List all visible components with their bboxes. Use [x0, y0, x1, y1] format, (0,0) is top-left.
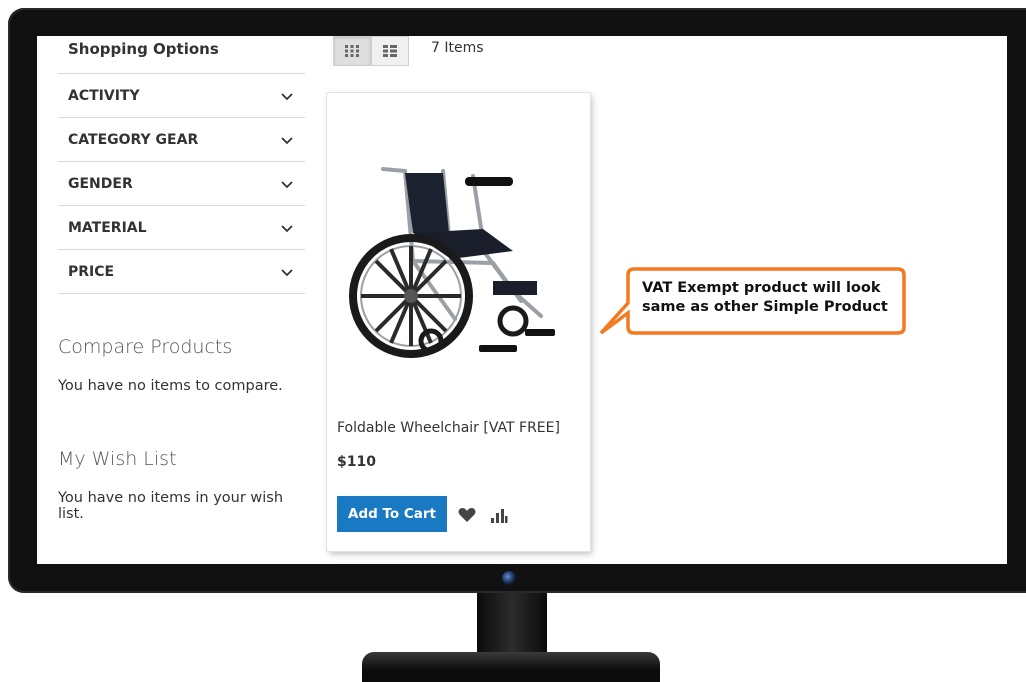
list-icon: [383, 45, 397, 57]
list-view-button[interactable]: [371, 36, 409, 66]
compare-empty-text: You have no items to compare.: [58, 378, 283, 394]
add-to-cart-button[interactable]: Add To Cart: [337, 496, 447, 532]
chevron-down-icon: [281, 136, 293, 144]
filter-label: PRICE: [68, 263, 115, 280]
filter-label: CATEGORY GEAR: [68, 131, 199, 148]
filter-price[interactable]: PRICE: [58, 250, 305, 294]
monitor-stand-neck: [477, 593, 547, 655]
product-name[interactable]: Foldable Wheelchair [VAT FREE]: [337, 420, 560, 436]
compare-products-title: Compare Products: [58, 336, 233, 358]
grid-icon: [345, 45, 359, 57]
sidebar: Shopping Options ACTIVITY CATEGORY GEAR …: [58, 36, 305, 522]
toolbar: 7 Items: [333, 36, 484, 66]
wishlist-title: My Wish List: [58, 448, 177, 470]
shopping-options-title: Shopping Options: [58, 36, 305, 74]
chevron-down-icon: [281, 224, 293, 232]
wheelchair-product-image[interactable]: [343, 141, 565, 369]
chevron-down-icon: [281, 180, 293, 188]
items-count: 7 Items: [431, 40, 484, 56]
heart-icon[interactable]: [458, 507, 476, 523]
filter-label: ACTIVITY: [68, 87, 140, 104]
chevron-down-icon: [281, 92, 293, 100]
filter-activity[interactable]: ACTIVITY: [58, 74, 305, 118]
filter-label: MATERIAL: [68, 219, 147, 236]
filter-gender[interactable]: GENDER: [58, 162, 305, 206]
product-card[interactable]: Foldable Wheelchair [VAT FREE] $110 Add …: [327, 93, 590, 551]
wishlist-empty-text: You have no items in your wish list.: [58, 490, 284, 522]
callout-text: VAT Exempt product will look same as oth…: [642, 279, 902, 317]
webcam-icon: [502, 571, 516, 585]
filter-category-gear[interactable]: CATEGORY GEAR: [58, 118, 305, 162]
product-price: $110: [337, 454, 376, 470]
compare-icon[interactable]: [490, 506, 508, 524]
callout-line-1: VAT Exempt product will look: [642, 280, 881, 296]
filter-material[interactable]: MATERIAL: [58, 206, 305, 250]
chevron-down-icon: [281, 268, 293, 276]
callout-line-2: same as other Simple Product: [642, 299, 888, 315]
filter-label: GENDER: [68, 175, 133, 192]
grid-view-button[interactable]: [333, 36, 371, 66]
monitor-stand-base: [362, 652, 660, 682]
